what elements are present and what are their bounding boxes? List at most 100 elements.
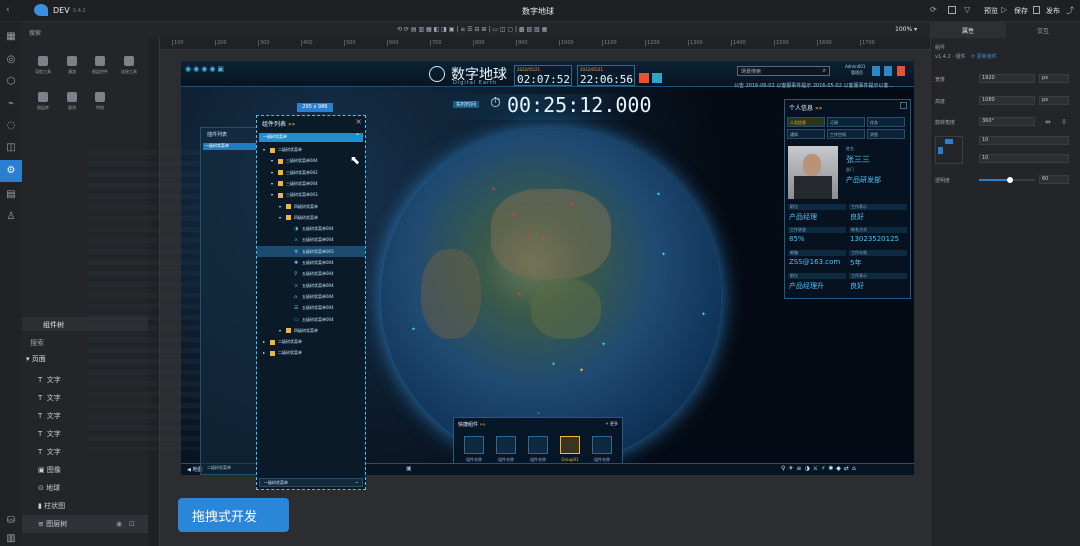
tree-row[interactable]: ▾ 三级树状菜单004 xyxy=(257,178,365,189)
plugin-list-footer[interactable]: 一级树状菜单 ⌄ xyxy=(259,478,363,487)
tab-interaction[interactable]: 交互 xyxy=(1006,22,1080,38)
layers-icon[interactable]: ◫ xyxy=(4,141,18,155)
opacity-slider[interactable] xyxy=(979,177,1035,183)
marker-red[interactable]: ✦ xyxy=(569,201,574,208)
zoom-select[interactable]: 100% ▾ xyxy=(895,26,917,33)
tree-item-image[interactable]: ▣ 图像 xyxy=(38,461,61,479)
camera-icon[interactable] xyxy=(652,73,662,83)
flip-h-icon[interactable]: ⇹ xyxy=(1045,118,1051,126)
alarm-icon[interactable] xyxy=(639,73,649,83)
tree-row[interactable]: ◑ 五级树状菜单004 xyxy=(257,223,365,234)
anchor-top[interactable] xyxy=(945,139,953,144)
expand-arrow-icon[interactable]: ▾ xyxy=(271,178,278,189)
tab-properties[interactable]: 属性 xyxy=(931,22,1006,38)
person-tab[interactable]: 工作空间 xyxy=(827,129,865,139)
tree-item-text[interactable]: T 文字 xyxy=(38,371,61,389)
refresh-icon[interactable]: ⟳ xyxy=(930,5,937,14)
plugin-list-header[interactable]: 一级树状菜单 ⌃ xyxy=(259,133,363,142)
mic-icon[interactable] xyxy=(872,66,880,76)
tree-row[interactable]: ⚔ 五级树状菜单004 xyxy=(257,280,365,291)
marker-red[interactable]: ✦ xyxy=(526,233,531,240)
screen-icon[interactable] xyxy=(948,6,956,14)
database-icon[interactable]: ⛁ xyxy=(4,514,18,528)
tool-effect[interactable]: 特效 xyxy=(87,92,113,111)
cube-icon[interactable]: ⬡ xyxy=(4,75,18,89)
close-icon[interactable]: × xyxy=(355,117,362,126)
person-tab[interactable]: 通知 xyxy=(787,129,825,139)
plugin-list-panel[interactable]: 295 x 986 组件列表 »» × 一级树状菜单 ⌃ ▾ 二级树状菜单 ▾ 三级树… xyxy=(256,103,366,490)
expand-arrow-icon[interactable]: ▾ xyxy=(271,167,278,178)
width-input[interactable]: 1920 xyxy=(979,74,1035,83)
padding-top-input[interactable]: 10 xyxy=(979,136,1069,145)
tree-item-text[interactable]: T 文字 xyxy=(38,443,61,461)
earth-globe[interactable] xyxy=(381,129,721,465)
anchor-left[interactable] xyxy=(938,147,943,154)
tool-connect[interactable]: 连接工具 xyxy=(116,56,142,75)
expand-arrow-icon[interactable]: ▾ xyxy=(271,155,278,166)
lock-icon[interactable]: ⊡ xyxy=(129,515,135,533)
save-button[interactable]: 保存 xyxy=(1014,6,1028,16)
height-unit-select[interactable]: px xyxy=(1039,96,1069,105)
tree-row[interactable]: ▾ 四级树状菜单 xyxy=(257,201,365,212)
close-icon[interactable] xyxy=(900,102,907,109)
grid-icon[interactable]: ▦ xyxy=(4,30,18,44)
collapse-icon[interactable]: ⌄ xyxy=(536,409,541,416)
marker-cyan[interactable]: ✦ xyxy=(601,341,606,348)
rotate-input[interactable]: 360° xyxy=(979,117,1035,126)
publish-icon[interactable]: ⤴ xyxy=(1066,5,1074,16)
tree-row[interactable]: ⚔ 五级树状菜单004 xyxy=(257,234,365,245)
flip-v-icon[interactable]: ⇳ xyxy=(1061,118,1067,126)
tool-measure[interactable]: 量测 xyxy=(59,92,85,111)
panel-icon[interactable]: ▤ xyxy=(4,188,18,202)
tree-row[interactable]: ▾ 二级树状菜单 xyxy=(257,144,365,155)
person-tab[interactable]: 人员信息 xyxy=(787,117,825,127)
tree-row[interactable]: ▸ 二级树状菜单 xyxy=(257,336,365,347)
tree-item-text[interactable]: T 文字 xyxy=(38,407,61,425)
marker-red[interactable]: ✦ xyxy=(517,291,522,298)
chevron-up-icon[interactable]: ⌃ xyxy=(355,133,360,140)
monitor-icon[interactable]: ▣ xyxy=(406,465,412,472)
person-tab[interactable]: 消息 xyxy=(867,129,905,139)
tree-row[interactable]: ▾ 四级树状菜单 xyxy=(257,212,365,223)
marker-cyan[interactable]: ✦ xyxy=(661,251,666,258)
publish-button[interactable]: 发布 xyxy=(1046,6,1060,16)
height-input[interactable]: 1080 xyxy=(979,96,1035,105)
header-left-icons[interactable]: ◉◉◉◉▣ xyxy=(185,65,226,73)
compass-icon[interactable]: ◌ xyxy=(4,119,18,133)
map-tools-icons[interactable]: ⚲✈≡◑⚔⚡✺◆⇄⌂ xyxy=(781,465,859,472)
tree-row[interactable]: ☸ 五级树状菜单003 xyxy=(257,245,365,257)
anchor-selector[interactable] xyxy=(935,136,963,164)
tree-row[interactable]: ⌂ 五级树状菜单004 xyxy=(257,291,365,302)
tree-item-text[interactable]: T 文字 xyxy=(38,425,61,443)
opacity-slider-knob[interactable] xyxy=(1006,177,1013,183)
tool-roam[interactable]: 漫游 xyxy=(59,56,85,75)
tree-row[interactable]: ▾ 三级树状菜单003 xyxy=(257,189,365,200)
expand-arrow-icon[interactable]: ▾ xyxy=(279,325,286,336)
tool-nav[interactable]: 导航工具 xyxy=(30,56,56,75)
tree-row[interactable]: ▾ 三级树状菜单002 xyxy=(257,167,365,178)
marker-red[interactable]: ✦ xyxy=(491,186,496,193)
chevron-down-icon[interactable]: ⌄ xyxy=(355,479,359,485)
tree-item-text[interactable]: T 文字 xyxy=(38,389,61,407)
expand-arrow-icon[interactable]: ▾ xyxy=(279,212,286,223)
marker-red[interactable]: ✦ xyxy=(511,211,516,218)
expand-arrow-icon[interactable]: ▸ xyxy=(263,347,270,358)
tree-item-earth[interactable]: ⊙ 地球 xyxy=(38,479,60,497)
power-icon[interactable] xyxy=(897,66,905,76)
back-icon[interactable]: ‹ xyxy=(6,5,10,15)
user-icon[interactable]: ♙ xyxy=(4,210,18,224)
marker-cyan[interactable]: ✦ xyxy=(411,326,416,333)
tree-row[interactable]: ▾ 三级树状菜单004 xyxy=(257,155,365,166)
tool-layer-control[interactable]: 图层控件 xyxy=(87,56,113,75)
search-icon[interactable]: ⌕ xyxy=(823,67,826,75)
settings-icon[interactable] xyxy=(884,66,892,76)
save-icon[interactable] xyxy=(1033,6,1040,14)
tree-row[interactable]: ▭ 五级树状菜单004 xyxy=(257,314,365,325)
expand-arrow-icon[interactable]: ▾ xyxy=(279,201,286,212)
marker-red[interactable]: ✦ xyxy=(541,236,546,243)
tree-row[interactable]: ✺ 五级树状菜单004 xyxy=(257,257,365,268)
tree-item-bar-chart[interactable]: ▮ 柱状图 xyxy=(38,497,65,515)
book-icon[interactable]: ▥ xyxy=(4,532,18,546)
tool-layer-lib[interactable]: 图层库 xyxy=(30,92,56,111)
filter-icon[interactable]: ▽ xyxy=(964,5,970,14)
